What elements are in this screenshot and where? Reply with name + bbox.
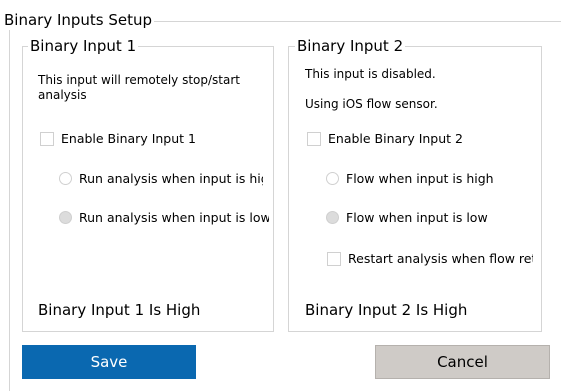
flow-when-low-radio[interactable]: Flow when input is low	[326, 210, 488, 225]
run-when-low-radio[interactable]: Run analysis when input is low	[59, 210, 269, 225]
save-button[interactable]: Save	[22, 345, 196, 379]
radio-circle-selected[interactable]	[59, 211, 72, 224]
restart-analysis-checkbox[interactable]: Restart analysis when flow returns	[327, 251, 533, 266]
radio-circle[interactable]	[59, 172, 72, 185]
binary-input-1-status: Binary Input 1 Is High	[38, 301, 201, 319]
flow-when-high-radio[interactable]: Flow when input is high	[326, 171, 494, 186]
enable-binary-input-2-checkbox[interactable]: Enable Binary Input 2	[307, 131, 463, 146]
checkbox-box[interactable]	[40, 131, 54, 146]
flow-when-low-label: Flow when input is low	[346, 210, 488, 225]
checkbox-box[interactable]	[307, 131, 321, 146]
enable-binary-input-2-label: Enable Binary Input 2	[328, 131, 463, 146]
binary-input-2-disabled-note: This input is disabled.	[305, 67, 436, 81]
binary-input-1-title: Binary Input 1	[28, 36, 139, 56]
binary-input-2-title: Binary Input 2	[295, 36, 406, 56]
radio-circle-selected[interactable]	[326, 211, 339, 224]
binary-inputs-setup-title: Binary Inputs Setup	[2, 10, 155, 30]
enable-binary-input-1-checkbox[interactable]: Enable Binary Input 1	[40, 131, 196, 146]
run-when-low-label: Run analysis when input is low	[79, 210, 269, 225]
binary-input-1-description: This input will remotely stop/start anal…	[38, 73, 240, 102]
flow-when-high-label: Flow when input is high	[346, 171, 494, 186]
cancel-button[interactable]: Cancel	[375, 345, 550, 379]
checkbox-box[interactable]	[327, 251, 341, 266]
radio-circle[interactable]	[326, 172, 339, 185]
binary-input-2-status: Binary Input 2 Is High	[305, 301, 468, 319]
binary-input-2-sensor-note: Using iOS flow sensor.	[305, 97, 438, 111]
restart-analysis-label: Restart analysis when flow returns	[348, 251, 533, 266]
enable-binary-input-1-label: Enable Binary Input 1	[61, 131, 196, 146]
run-when-high-label: Run analysis when input is high	[79, 171, 263, 186]
binary-input-2-panel: Binary Input 2 This input is disabled. U…	[288, 36, 542, 332]
run-when-high-radio[interactable]: Run analysis when input is high	[59, 171, 263, 186]
binary-input-1-panel: Binary Input 1 This input will remotely …	[22, 36, 274, 332]
